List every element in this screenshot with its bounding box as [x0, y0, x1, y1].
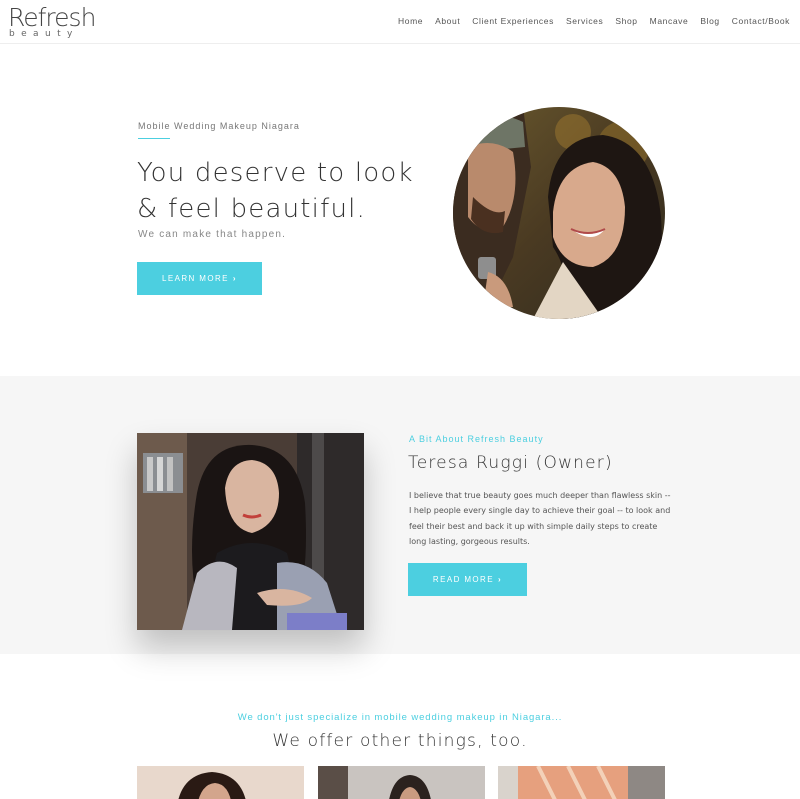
- nav-blog[interactable]: Blog: [700, 16, 719, 26]
- hero-title-line-2: & feel beautiful.: [137, 194, 367, 224]
- service-card-2-photo[interactable]: [318, 766, 485, 799]
- about-section: [0, 376, 800, 654]
- learn-more-button[interactable]: LEARN MORE ›: [137, 262, 262, 295]
- about-title: Teresa Ruggi (Owner): [408, 453, 613, 473]
- nav-services[interactable]: Services: [566, 16, 603, 26]
- about-eyebrow: A Bit About Refresh Beauty: [409, 434, 544, 444]
- logo-wordmark: Refresh: [8, 3, 96, 32]
- hero-title: You deserve to look & feel beautiful.: [137, 155, 457, 227]
- nav-contact-book[interactable]: Contact/Book: [732, 16, 790, 26]
- hero-title-line-1: You deserve to look: [137, 158, 414, 188]
- read-more-label: READ MORE: [432, 575, 494, 584]
- owner-portrait-photo: [137, 433, 364, 630]
- hero-couple-photo: [453, 107, 665, 319]
- main-nav: Home About Client Experiences Services S…: [398, 16, 790, 26]
- nav-home[interactable]: Home: [398, 16, 423, 26]
- site-header: Refresh beauty Home About Client Experie…: [0, 0, 800, 44]
- chevron-right-icon: ›: [232, 274, 237, 283]
- nav-mancave[interactable]: Mancave: [650, 16, 689, 26]
- service-card-3-photo[interactable]: [498, 766, 665, 799]
- chevron-right-icon: ›: [497, 575, 503, 584]
- learn-more-label: LEARN MORE: [162, 274, 229, 283]
- services-title: We offer other things, too.: [272, 731, 528, 751]
- nav-shop[interactable]: Shop: [615, 16, 637, 26]
- nav-about[interactable]: About: [435, 16, 460, 26]
- about-body: I believe that true beauty goes much dee…: [409, 491, 671, 546]
- hero-divider: [138, 138, 170, 139]
- hero-subtitle: We can make that happen.: [138, 229, 287, 240]
- service-card-1-photo[interactable]: [137, 766, 304, 799]
- read-more-button[interactable]: READ MORE ›: [408, 563, 527, 596]
- hero-eyebrow: Mobile Wedding Makeup Niagara: [138, 121, 300, 131]
- logo[interactable]: Refresh beauty: [8, 3, 96, 39]
- services-eyebrow: We don't just specialize in mobile weddi…: [237, 712, 563, 723]
- nav-client-experiences[interactable]: Client Experiences: [472, 16, 554, 26]
